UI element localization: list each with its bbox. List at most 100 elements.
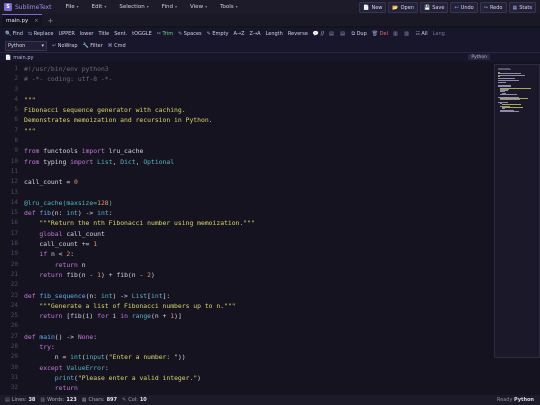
tool-label: Replace xyxy=(33,31,54,37)
code-line[interactable]: return [fib(i) for i in range(n + 1)] xyxy=(24,311,255,321)
tool-label: Spaces xyxy=(183,31,202,37)
code-content[interactable]: #!/usr/bin/env python3 # -*- coding: utf-… xyxy=(24,64,255,394)
language-select[interactable]: Python ▾ xyxy=(5,41,47,51)
code-line[interactable]: global call_count xyxy=(24,229,255,239)
code-line[interactable]: except ValueError: xyxy=(24,363,255,373)
tool-tool-19-button[interactable]: ▥ xyxy=(393,31,399,37)
save-button[interactable]: 💾 Save xyxy=(419,2,449,13)
code-line[interactable]: def main() -> None: xyxy=(24,332,255,342)
code-line[interactable]: if n < 2: xyxy=(24,249,255,259)
line-number: 3 xyxy=(14,85,18,93)
code-line[interactable]: try: xyxy=(24,342,255,352)
cmd-label: Cmd xyxy=(114,43,126,49)
minimap-line xyxy=(498,79,520,81)
tool-all-button[interactable]: ☷ All xyxy=(415,31,427,37)
line-number: 18 xyxy=(10,240,18,248)
tool-a-z-button[interactable]: A→Z xyxy=(233,31,244,37)
tool-lower-button[interactable]: lower xyxy=(80,31,94,37)
code-line[interactable]: sequence = fib_sequence(n) xyxy=(24,394,255,395)
code-line[interactable]: """ xyxy=(24,126,255,136)
code-line[interactable]: def fib(n: int) -> int: xyxy=(24,208,255,218)
tool-upper-button[interactable]: UPPER xyxy=(58,31,74,37)
tool-toggle-button[interactable]: tOGGLE xyxy=(132,31,152,37)
tool-label: Trim xyxy=(162,31,174,37)
tool-length-button[interactable]: Length xyxy=(266,31,283,37)
open-button[interactable]: 📂 Open xyxy=(388,2,418,13)
code-line[interactable] xyxy=(24,136,255,146)
tool-trim-button[interactable]: ✂ Trim xyxy=(157,31,173,37)
menu-tools[interactable]: Tools ▾ xyxy=(220,4,238,10)
nowrap-toggle[interactable]: ↵ NoWrap xyxy=(52,43,78,49)
tab-main-py[interactable]: main.py × xyxy=(2,14,43,26)
tool---button[interactable]: 💬// xyxy=(313,31,324,37)
code-line[interactable]: from functools import lru_cache xyxy=(24,146,255,156)
tool-reverse-button[interactable]: Reverse xyxy=(288,31,308,37)
code-line[interactable]: call_count = 0 xyxy=(24,177,255,187)
line-number: 31 xyxy=(10,373,18,381)
undo-icon: ↩ xyxy=(454,4,459,11)
code-line[interactable] xyxy=(24,280,255,290)
tool-lang-button[interactable]: Lang xyxy=(433,31,445,37)
tool-z-a-button[interactable]: Z→A xyxy=(250,31,261,37)
code-editor[interactable]: 1 2 3 4 5 6 7 8 9 10 11 12 13 14 15 16 17 18 19 20 21 22 23 24 2… xyxy=(0,64,490,394)
menu-find[interactable]: Find ▾ xyxy=(162,4,177,10)
code-line[interactable] xyxy=(24,321,255,331)
close-icon[interactable]: × xyxy=(34,18,38,24)
minimap-line xyxy=(500,110,519,112)
tool-replace-button[interactable]: ⇆ Replace xyxy=(28,31,53,37)
ready-label: Ready xyxy=(496,397,513,403)
code-line[interactable]: """ xyxy=(24,95,255,105)
code-line[interactable]: #!/usr/bin/env python3 xyxy=(24,64,255,74)
code-line[interactable]: return xyxy=(24,383,255,393)
menu-selection[interactable]: Selection ▾ xyxy=(119,4,148,10)
code-line[interactable]: n = int(input("Enter a number: ")) xyxy=(24,352,255,362)
tool-icon: ▤ xyxy=(329,31,334,37)
add-tab-button[interactable]: + xyxy=(47,17,53,25)
code-line[interactable] xyxy=(24,167,255,177)
code-line[interactable]: def fib_sequence(n: int) -> List[int]: xyxy=(24,291,255,301)
cmd-button[interactable]: ⌘ Cmd xyxy=(108,43,126,49)
menu-view[interactable]: View ▾ xyxy=(190,4,207,10)
tool-find-button[interactable]: 🔍 Find xyxy=(5,31,23,37)
line-number: 10 xyxy=(10,157,18,165)
filter-icon: 🔧 xyxy=(82,43,89,49)
minimap[interactable] xyxy=(494,64,540,358)
code-line[interactable]: return n xyxy=(24,260,255,270)
tool-tool-16-button[interactable]: ▤ xyxy=(340,31,346,37)
line-number: 25 xyxy=(10,312,18,320)
menu-file[interactable]: File ▾ xyxy=(65,4,78,10)
undo-button[interactable]: ↩ Undo xyxy=(450,2,478,13)
code-line[interactable]: Demonstrates memoization and recursion i… xyxy=(24,115,255,125)
minimap-line xyxy=(500,99,521,100)
tool-spaces-button[interactable]: ✎ Spaces xyxy=(178,31,202,37)
code-line[interactable]: from typing import List, Dict, Optional xyxy=(24,157,255,167)
tool-dup-button[interactable]: ⧉ Dup xyxy=(352,31,367,37)
code-line[interactable]: return fib(n - 1) + fib(n - 2) xyxy=(24,270,255,280)
code-line[interactable]: call_count += 1 xyxy=(24,239,255,249)
tool-empty-button[interactable]: ✎ Empty xyxy=(207,31,229,37)
redo-button[interactable]: ↪ Redo xyxy=(479,2,507,13)
code-line[interactable]: @lru_cache(maxsize=128) xyxy=(24,198,255,208)
tool-tool-15-button[interactable]: ▤ xyxy=(329,31,335,37)
code-line[interactable]: Fibonacci sequence generator with cachin… xyxy=(24,105,255,115)
chevron-down-icon: ▾ xyxy=(205,4,208,9)
new-button[interactable]: 📄 New xyxy=(359,2,387,13)
words-icon: ▥ xyxy=(40,397,46,403)
filter-button[interactable]: 🔧 Filter xyxy=(83,43,103,49)
tool-del-button[interactable]: 🗑 Del xyxy=(372,31,388,37)
menu-edit[interactable]: Edit ▾ xyxy=(92,4,107,10)
code-line[interactable]: # -*- coding: utf-8 -*- xyxy=(24,74,255,84)
code-line[interactable] xyxy=(24,188,255,198)
code-line[interactable] xyxy=(24,85,255,95)
code-line[interactable]: """Return the nth Fibonacci number using… xyxy=(24,218,254,228)
line-number: 15 xyxy=(10,209,18,217)
button-label: New xyxy=(371,4,383,11)
code-line[interactable]: print("Please enter a valid integer.") xyxy=(24,373,255,383)
stats-button[interactable]: ▦ Stats xyxy=(508,2,536,13)
tool-title-button[interactable]: Title xyxy=(98,31,109,37)
code-line[interactable]: """Generate a list of Fibonacci numbers … xyxy=(24,301,255,311)
button-label: Open xyxy=(400,4,414,11)
tool-sent--button[interactable]: Sent. xyxy=(114,31,127,37)
line-number: 22 xyxy=(10,281,18,289)
tool-tool-20-button[interactable]: ▥ xyxy=(404,31,410,37)
